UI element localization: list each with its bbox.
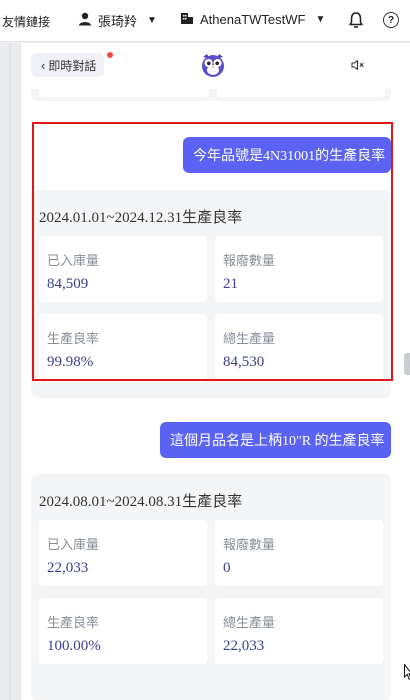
org-name: AthenaTWTestWF (200, 12, 306, 27)
background-pane (0, 43, 20, 700)
user-icon (78, 12, 92, 29)
bell-icon[interactable] (348, 11, 364, 32)
question-text: 這個月品名是上柄10"R 的生產良率 (170, 434, 385, 449)
stats-value: 100.00% (47, 638, 101, 654)
stats-label: 總生產量 (223, 615, 276, 630)
divider (9, 43, 11, 700)
scrollbar-handle[interactable] (404, 353, 410, 375)
highlight-box (32, 122, 393, 381)
chat-header: ‹ 即時對話 (21, 43, 410, 89)
stats-cell-received: 已入庫量 22,033 (39, 520, 207, 586)
notification-dot (107, 52, 113, 58)
back-button[interactable]: ‹ 即時對話 (31, 53, 105, 77)
friend-links[interactable]: 友情鏈接 (2, 13, 50, 30)
back-button-label: 即時對話 (48, 58, 97, 73)
top-bar: 友情鏈接 張琦羚 ▼ AthenaTWTestWF ▼ ? (0, 0, 410, 42)
stats-value: 22,033 (47, 560, 89, 576)
stats-label: 已入庫量 (47, 537, 100, 552)
chevron-down-icon: ▼ (147, 15, 157, 26)
org-menu[interactable]: AthenaTWTestWF ▼ (180, 11, 325, 28)
previous-stats-card (31, 89, 391, 101)
stats-cell-yield: 生產良率 100.00% (39, 598, 207, 664)
user-question-bubble: 這個月品名是上柄10"R 的生產良率 (160, 422, 391, 458)
user-name: 張琦羚 (98, 14, 138, 29)
stats-value: 0 (223, 560, 231, 576)
chevron-left-icon: ‹ (41, 57, 46, 73)
user-menu[interactable]: 張琦羚 ▼ (78, 11, 157, 30)
stats-cell (39, 89, 209, 97)
stats-label: 報廢數量 (223, 537, 276, 552)
yield-stats-card: 2024.08.01~2024.08.31生產良率 已入庫量 22,033 報廢… (31, 474, 391, 700)
stats-cell-total: 總生產量 22,033 (215, 598, 383, 664)
stats-label: 生產良率 (47, 615, 100, 630)
mouse-cursor-icon (404, 663, 410, 685)
building-icon (180, 11, 194, 28)
stats-value: 22,033 (223, 638, 265, 654)
help-icon[interactable]: ? (383, 12, 399, 28)
owl-logo-icon (199, 51, 227, 79)
stats-cell (217, 89, 385, 97)
date-range-title: 2024.08.01~2024.08.31生產良率 (39, 494, 243, 510)
mute-icon[interactable] (351, 58, 365, 76)
stats-cell-scrap: 報廢數量 0 (215, 520, 383, 586)
chevron-down-icon: ▼ (315, 14, 326, 25)
